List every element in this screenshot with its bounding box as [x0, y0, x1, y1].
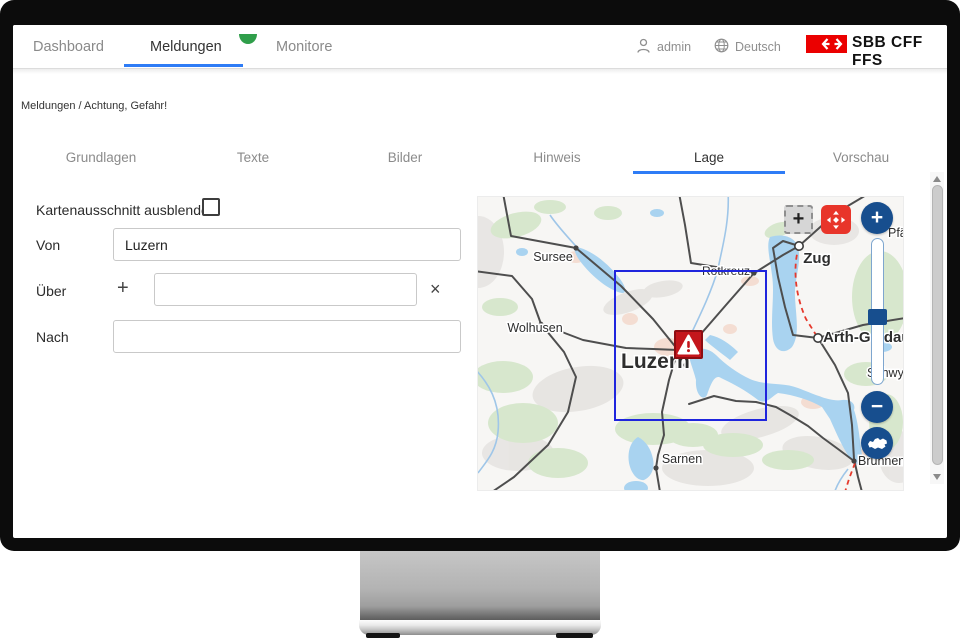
nach-label: Nach: [36, 329, 69, 345]
switzerland-shape-icon: [867, 436, 888, 450]
hide-map-label: Kartenausschnitt ausblenden: [36, 202, 217, 218]
map-canvas[interactable]: Sursee Wolhusen Rotkreuz Zug Arth-Goldau…: [477, 196, 904, 491]
active-nav-underline: [124, 64, 243, 67]
reset-extent-switzerland-button[interactable]: [861, 427, 893, 459]
user-icon: [636, 38, 651, 57]
scrollbar-up-arrow-icon[interactable]: [933, 176, 941, 182]
active-tab-underline: [633, 171, 785, 174]
map-label-sarnen: Sarnen: [662, 452, 702, 466]
tab-hinweis[interactable]: Hinweis: [481, 143, 633, 173]
brand-wordmark: SBB CFF FFS: [852, 34, 947, 70]
map-label-pfaeffikon: Pfäffikon: [888, 226, 904, 240]
zoom-in-button[interactable]: +: [861, 202, 893, 234]
map-label-wolhusen: Wolhusen: [507, 321, 562, 335]
ueber-input[interactable]: [154, 273, 417, 306]
clear-via-button[interactable]: ×: [430, 279, 441, 299]
tab-bar: Grundlagen Texte Bilder Hinweis Lage Vor…: [25, 143, 937, 173]
map-label-zug: Zug: [803, 250, 831, 267]
add-marker-button[interactable]: +: [784, 205, 813, 234]
add-via-button[interactable]: +: [117, 278, 129, 298]
globe-icon: [714, 38, 729, 56]
zoom-out-button[interactable]: −: [861, 391, 893, 423]
tab-lage[interactable]: Lage: [633, 143, 785, 173]
content-scrollbar[interactable]: [930, 172, 944, 484]
header-shadow: [13, 69, 947, 74]
app-window: Dashboard Meldungen Monitore admin Deuts…: [13, 25, 947, 538]
breadcrumb: Meldungen / Achtung, Gefahr!: [21, 100, 167, 112]
danger-warning-marker-icon[interactable]: [674, 330, 703, 359]
map-label-arth-goldau: Arth-Goldau: [823, 329, 904, 346]
user-menu[interactable]: admin: [636, 35, 691, 59]
pan-mode-button[interactable]: [821, 205, 851, 234]
screenshot-stage: Dashboard Meldungen Monitore admin Deuts…: [0, 0, 960, 638]
nav-item-meldungen[interactable]: Meldungen: [150, 36, 222, 58]
tab-grundlagen[interactable]: Grundlagen: [25, 143, 177, 173]
map-label-sursee: Sursee: [533, 250, 573, 264]
scrollbar-thumb[interactable]: [932, 185, 943, 465]
monitor-foot-left: [366, 633, 400, 638]
nach-input[interactable]: [113, 320, 461, 353]
top-navigation: Dashboard Meldungen Monitore admin Deuts…: [13, 25, 947, 68]
move-arrows-icon: [826, 210, 846, 230]
nav-item-dashboard[interactable]: Dashboard: [33, 36, 104, 58]
tab-texte[interactable]: Texte: [177, 143, 329, 173]
ueber-label: Über: [36, 283, 66, 299]
monitor-foot-right: [556, 633, 593, 638]
monitor-stand: [360, 551, 600, 620]
tab-bilder[interactable]: Bilder: [329, 143, 481, 173]
zoom-slider-handle[interactable]: [868, 309, 887, 325]
sbb-logo-icon: [806, 35, 847, 53]
scrollbar-down-arrow-icon[interactable]: [933, 474, 941, 480]
nav-item-monitore[interactable]: Monitore: [276, 36, 332, 58]
von-input[interactable]: [113, 228, 461, 261]
hide-map-checkbox[interactable]: [202, 198, 220, 216]
meldungen-status-badge-icon: [239, 34, 257, 44]
language-menu[interactable]: Deutsch: [714, 35, 781, 59]
von-label: Von: [36, 237, 60, 253]
user-name: admin: [657, 40, 691, 54]
tab-vorschau[interactable]: Vorschau: [785, 143, 937, 173]
language-label: Deutsch: [735, 40, 781, 54]
